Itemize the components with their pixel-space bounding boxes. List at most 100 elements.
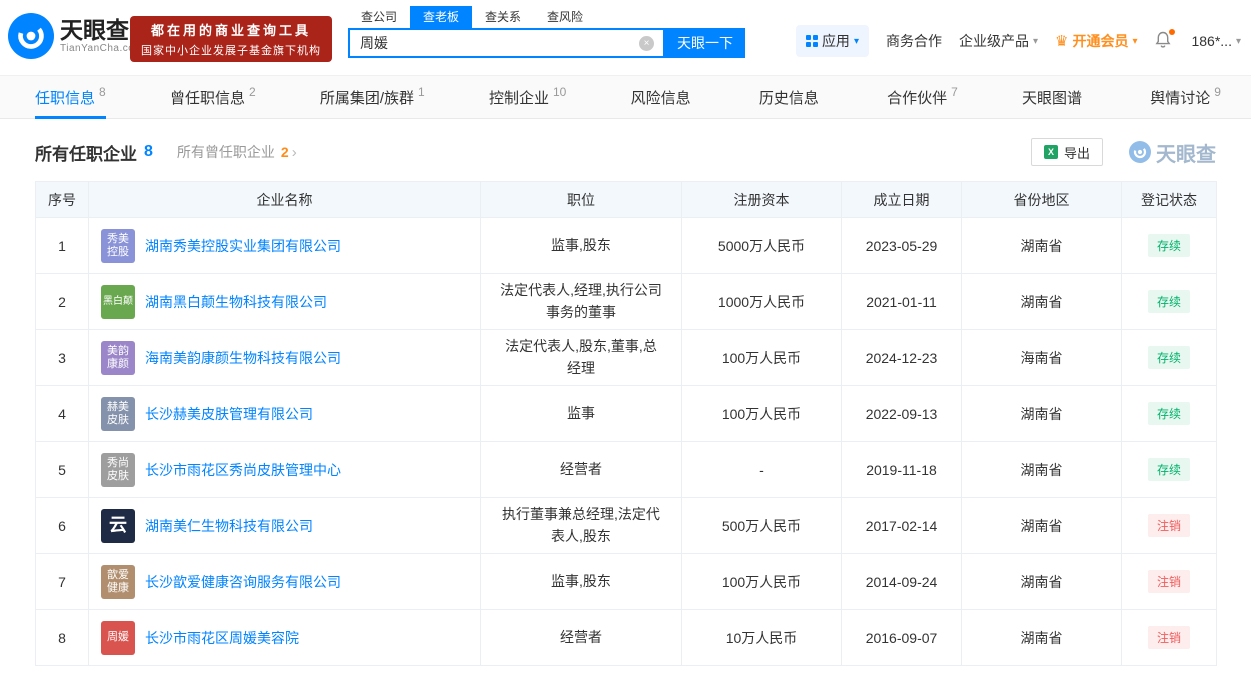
- row-index: 5: [36, 442, 89, 498]
- crown-icon: ♛: [1055, 32, 1068, 50]
- tab-risk-info[interactable]: 风险信息: [631, 76, 695, 118]
- company-logo[interactable]: 美韵 康颜: [101, 341, 135, 375]
- nav-apps[interactable]: 应用 ▾: [796, 25, 869, 57]
- notification-dot: [1169, 29, 1175, 35]
- status-badge: 存续: [1148, 234, 1190, 257]
- nav-business-label: 商务合作: [886, 31, 942, 51]
- detail-tab-bar: 任职信息8 曾任职信息2 所属集团/族群1 控制企业10 风险信息 历史信息 合…: [0, 75, 1251, 119]
- promo-line2: 国家中小企业发展子基金旗下机构: [141, 42, 321, 58]
- search-box: ×: [348, 28, 665, 58]
- date-cell: 2021-01-11: [842, 274, 962, 330]
- tab-graph[interactable]: 天眼图谱: [1022, 76, 1086, 118]
- company-link[interactable]: 海南美韵康颜生物科技有限公司: [145, 348, 341, 368]
- search-tab-relation[interactable]: 查关系: [472, 6, 534, 28]
- site-logo[interactable]: 天眼查 TianYanCha.com: [8, 13, 143, 59]
- col-region: 省份地区: [962, 182, 1122, 218]
- status-badge: 存续: [1148, 346, 1190, 369]
- region-cell: 湖南省: [962, 442, 1122, 498]
- nav-apps-label: 应用: [822, 31, 850, 51]
- capital-cell: -: [682, 442, 842, 498]
- company-logo[interactable]: 秀尚 皮肤: [101, 453, 135, 487]
- company-link[interactable]: 湖南秀美控股实业集团有限公司: [145, 236, 341, 256]
- former-positions-link[interactable]: 所有曾任职企业 2 ›: [177, 142, 297, 162]
- company-link[interactable]: 长沙市雨花区周媛美容院: [145, 628, 299, 648]
- tianyancha-eye-icon: [8, 13, 54, 59]
- col-capital: 注册资本: [682, 182, 842, 218]
- company-logo[interactable]: 歆爱 健康: [101, 565, 135, 599]
- date-cell: 2016-09-07: [842, 610, 962, 666]
- region-cell: 湖南省: [962, 610, 1122, 666]
- clear-icon[interactable]: ×: [639, 36, 654, 51]
- excel-icon: X: [1044, 145, 1058, 159]
- search-input[interactable]: [350, 35, 639, 51]
- status-badge: 存续: [1148, 458, 1190, 481]
- promo-line1: 都在用的商业查询工具: [151, 20, 311, 39]
- capital-cell: 100万人民币: [682, 386, 842, 442]
- tab-public-opinion[interactable]: 舆情讨论9: [1150, 76, 1221, 118]
- date-cell: 2019-11-18: [842, 442, 962, 498]
- company-logo[interactable]: 黑白颠: [101, 285, 135, 319]
- company-link[interactable]: 长沙赫美皮肤管理有限公司: [145, 404, 313, 424]
- export-button[interactable]: X 导出: [1031, 138, 1103, 166]
- row-index: 1: [36, 218, 89, 274]
- table-row: 1 秀美 控股 湖南秀美控股实业集团有限公司 监事,股东 5000万人民币 20…: [36, 218, 1217, 274]
- capital-cell: 500万人民币: [682, 498, 842, 554]
- company-logo[interactable]: 周媛: [101, 621, 135, 655]
- search-tab-company[interactable]: 查公司: [348, 6, 410, 28]
- company-logo[interactable]: 秀美 控股: [101, 229, 135, 263]
- search-tab-risk[interactable]: 查风险: [534, 6, 596, 28]
- status-badge: 注销: [1148, 626, 1190, 649]
- col-company: 企业名称: [89, 182, 481, 218]
- tab-history-info[interactable]: 历史信息: [759, 76, 823, 118]
- table-row: 5 秀尚 皮肤 长沙市雨花区秀尚皮肤管理中心 经营者 - 2019-11-18 …: [36, 442, 1217, 498]
- row-index: 4: [36, 386, 89, 442]
- nav-business-cooperation[interactable]: 商务合作: [886, 31, 942, 51]
- table-header-row: 序号 企业名称 职位 注册资本 成立日期 省份地区 登记状态: [36, 182, 1217, 218]
- capital-cell: 100万人民币: [682, 330, 842, 386]
- table-row: 7 歆爱 健康 长沙歆爱健康咨询服务有限公司 监事,股东 100万人民币 201…: [36, 554, 1217, 610]
- table-row: 6 云 湖南美仁生物科技有限公司 执行董事兼总经理,法定代表人,股东 500万人…: [36, 498, 1217, 554]
- positions-table: 序号 企业名称 职位 注册资本 成立日期 省份地区 登记状态 1 秀美 控股 湖…: [35, 181, 1217, 666]
- promo-banner: 都在用的商业查询工具 国家中小企业发展子基金旗下机构: [130, 16, 332, 62]
- region-cell: 湖南省: [962, 274, 1122, 330]
- watermark-logo: 天眼查: [1129, 138, 1216, 167]
- chevron-down-icon: ▾: [1132, 36, 1137, 47]
- company-logo[interactable]: 赫美 皮肤: [101, 397, 135, 431]
- search-tab-boss[interactable]: 查老板: [410, 6, 472, 28]
- nav-vip[interactable]: ♛ 开通会员 ▾: [1055, 31, 1137, 51]
- company-link[interactable]: 湖南黑白颠生物科技有限公司: [145, 292, 327, 312]
- account-phone-label: 186*...: [1191, 33, 1231, 49]
- date-cell: 2017-02-14: [842, 498, 962, 554]
- status-badge: 注销: [1148, 514, 1190, 537]
- capital-cell: 1000万人民币: [682, 274, 842, 330]
- region-cell: 湖南省: [962, 386, 1122, 442]
- row-index: 7: [36, 554, 89, 610]
- tab-former-position-info[interactable]: 曾任职信息2: [170, 76, 256, 118]
- table-row: 2 黑白颠 湖南黑白颠生物科技有限公司 法定代表人,经理,执行公司事务的董事 1…: [36, 274, 1217, 330]
- row-index: 3: [36, 330, 89, 386]
- nav-account-phone[interactable]: 186*... ▾: [1191, 33, 1241, 49]
- company-logo[interactable]: 云: [101, 509, 135, 543]
- search-button[interactable]: 天眼一下: [665, 28, 745, 58]
- nav-enterprise-products[interactable]: 企业级产品 ▾: [959, 31, 1038, 51]
- row-index: 6: [36, 498, 89, 554]
- company-link[interactable]: 长沙歆爱健康咨询服务有限公司: [145, 572, 341, 592]
- chevron-down-icon: ▾: [854, 36, 859, 47]
- date-cell: 2014-09-24: [842, 554, 962, 610]
- company-link[interactable]: 湖南美仁生物科技有限公司: [145, 516, 313, 536]
- status-badge: 注销: [1148, 570, 1190, 593]
- notification-bell[interactable]: [1154, 31, 1174, 51]
- capital-cell: 10万人民币: [682, 610, 842, 666]
- col-status: 登记状态: [1122, 182, 1217, 218]
- position-cell: 执行董事兼总经理,法定代表人,股东: [481, 498, 682, 554]
- company-link[interactable]: 长沙市雨花区秀尚皮肤管理中心: [145, 460, 341, 480]
- tab-group-cluster[interactable]: 所属集团/族群1: [320, 76, 425, 118]
- tab-controlled-companies[interactable]: 控制企业10: [489, 76, 566, 118]
- section-header: 所有任职企业 8 所有曾任职企业 2 › X 导出 天眼查: [35, 137, 1216, 167]
- col-index: 序号: [36, 182, 89, 218]
- table-row: 4 赫美 皮肤 长沙赫美皮肤管理有限公司 监事 100万人民币 2022-09-…: [36, 386, 1217, 442]
- tab-position-info[interactable]: 任职信息8: [35, 76, 106, 118]
- position-cell: 法定代表人,股东,董事,总经理: [481, 330, 682, 386]
- tab-partners[interactable]: 合作伙伴7: [887, 76, 958, 118]
- main-content: 所有任职企业 8 所有曾任职企业 2 › X 导出 天眼查 序号: [0, 119, 1251, 684]
